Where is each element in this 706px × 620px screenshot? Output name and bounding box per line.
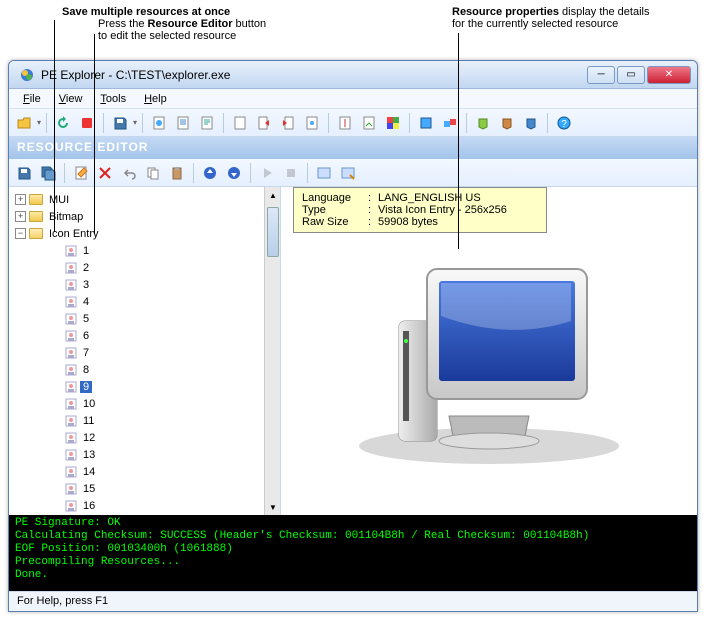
- doc4-icon[interactable]: [229, 112, 251, 134]
- color-icon[interactable]: [382, 112, 404, 134]
- tree-leaf[interactable]: 4: [11, 293, 278, 310]
- console-output: PE Signature: OK Calculating Checksum: S…: [9, 515, 697, 591]
- tree-leaf[interactable]: 2: [11, 259, 278, 276]
- tree-leaf[interactable]: 7: [11, 344, 278, 361]
- tree-leaf[interactable]: 8: [11, 361, 278, 378]
- section-header: RESOURCE EDITOR: [9, 137, 697, 159]
- plugin1-icon[interactable]: [472, 112, 494, 134]
- open-icon[interactable]: [13, 112, 35, 134]
- doc5-icon[interactable]: [301, 112, 323, 134]
- down-icon[interactable]: [223, 162, 245, 184]
- up-icon[interactable]: [199, 162, 221, 184]
- import-icon[interactable]: [277, 112, 299, 134]
- statusbar: For Help, press F1: [9, 591, 697, 611]
- plugin2-icon[interactable]: [496, 112, 518, 134]
- titlebar[interactable]: PE Explorer - C:\TEST\explorer.exe ─ ▭ ✕: [9, 61, 697, 89]
- tree-leaf[interactable]: 16: [11, 497, 278, 514]
- tree-leaf[interactable]: 9: [11, 378, 278, 395]
- menu-tools[interactable]: Tools: [92, 91, 134, 107]
- menu-view[interactable]: View: [51, 91, 91, 107]
- tree-node-iconentry[interactable]: −Icon Entry: [11, 225, 278, 242]
- resource-tree[interactable]: +MUI+Bitmap−Icon Entry123456789101112131…: [9, 187, 281, 515]
- window-controls: ─ ▭ ✕: [587, 66, 691, 84]
- stop2-icon[interactable]: [280, 162, 302, 184]
- tool1-icon[interactable]: [415, 112, 437, 134]
- delete-icon[interactable]: [94, 162, 116, 184]
- svg-text:?: ?: [561, 119, 567, 130]
- tree-scrollbar[interactable]: ▲ ▼: [264, 187, 280, 515]
- app-icon: [19, 67, 35, 83]
- tree-leaf[interactable]: 11: [11, 412, 278, 429]
- annotation-line: [94, 34, 95, 234]
- tree-leaf[interactable]: 1: [11, 242, 278, 259]
- view1-icon[interactable]: [313, 162, 335, 184]
- doc7-icon[interactable]: [358, 112, 380, 134]
- plugin3-icon[interactable]: [520, 112, 542, 134]
- export-icon[interactable]: [253, 112, 275, 134]
- annotation-save: Save multiple resources at once Press th…: [62, 6, 266, 42]
- close-button[interactable]: ✕: [647, 66, 691, 84]
- menubar: File View Tools Help: [9, 89, 697, 109]
- menu-file[interactable]: File: [15, 91, 49, 107]
- minimize-button[interactable]: ─: [587, 66, 615, 84]
- view2-icon[interactable]: [337, 162, 359, 184]
- tree-leaf[interactable]: 12: [11, 429, 278, 446]
- preview-panel: Language:LANG_ENGLISH US Type:Vista Icon…: [281, 187, 697, 515]
- doc1-icon[interactable]: [148, 112, 170, 134]
- tree-leaf[interactable]: 6: [11, 327, 278, 344]
- tree-leaf[interactable]: 10: [11, 395, 278, 412]
- resource-toolbar: [9, 159, 697, 187]
- window-title: PE Explorer - C:\TEST\explorer.exe: [41, 68, 587, 82]
- annotation-line: [54, 20, 55, 232]
- maximize-button[interactable]: ▭: [617, 66, 645, 84]
- icon-preview: [349, 231, 629, 471]
- tree-leaf[interactable]: 5: [11, 310, 278, 327]
- doc2-icon[interactable]: [172, 112, 194, 134]
- paste-icon[interactable]: [166, 162, 188, 184]
- help-icon[interactable]: ?: [553, 112, 575, 134]
- tree-leaf[interactable]: 15: [11, 480, 278, 497]
- annotation-props: Resource properties display the details …: [452, 6, 649, 30]
- annotation-line: [458, 33, 459, 249]
- save-resource-icon[interactable]: [13, 162, 35, 184]
- properties-tooltip: Language:LANG_ENGLISH US Type:Vista Icon…: [293, 187, 547, 233]
- play-icon[interactable]: [256, 162, 278, 184]
- copy-icon[interactable]: [142, 162, 164, 184]
- doc6-icon[interactable]: [334, 112, 356, 134]
- menu-help[interactable]: Help: [136, 91, 175, 107]
- tree-leaf[interactable]: 14: [11, 463, 278, 480]
- tree-node-bitmap[interactable]: +Bitmap: [11, 208, 278, 225]
- edit-resource-icon[interactable]: [70, 162, 92, 184]
- main-toolbar: ▾ ▾ ?: [9, 109, 697, 137]
- refresh-icon[interactable]: [52, 112, 74, 134]
- main-area: +MUI+Bitmap−Icon Entry123456789101112131…: [9, 187, 697, 515]
- app-window: PE Explorer - C:\TEST\explorer.exe ─ ▭ ✕…: [8, 60, 698, 612]
- tree-leaf[interactable]: 3: [11, 276, 278, 293]
- save-icon[interactable]: [109, 112, 131, 134]
- tree-node-mui[interactable]: +MUI: [11, 191, 278, 208]
- tree-leaf[interactable]: 13: [11, 446, 278, 463]
- save-multiple-icon[interactable]: [37, 162, 59, 184]
- undo-icon[interactable]: [118, 162, 140, 184]
- doc3-icon[interactable]: [196, 112, 218, 134]
